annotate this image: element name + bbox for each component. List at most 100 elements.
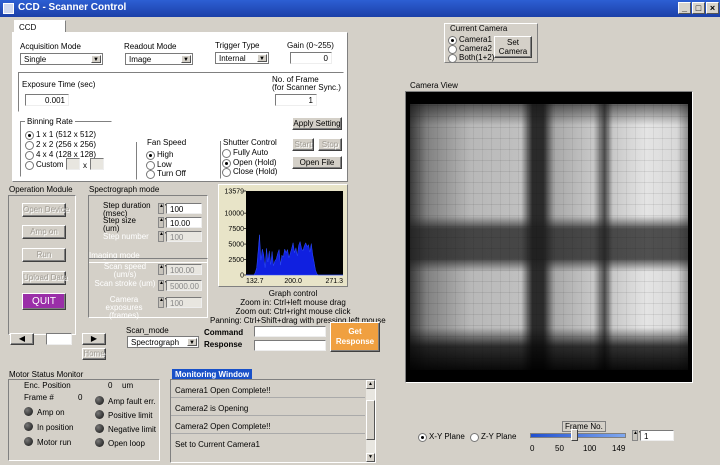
spectrum-chart[interactable]: 0 2500 5000 7500 10000 13579 132.7 200.0 271.3 — [219, 185, 347, 286]
binning-custom-y[interactable] — [90, 158, 104, 170]
step-size-spinner[interactable]: ▲▼ — [158, 217, 169, 228]
shutter-title: Shutter Control — [223, 138, 277, 147]
acquisition-mode-select[interactable]: Single ▼ — [20, 53, 103, 65]
step-duration-spinner[interactable]: ▲▼ — [158, 203, 169, 214]
gain-input[interactable]: 0 — [290, 52, 332, 64]
chart-y-tick-label: 2500 — [228, 257, 244, 264]
nav-value-input[interactable] — [46, 333, 72, 345]
run-button[interactable]: Run — [22, 248, 66, 262]
fan-option-high[interactable]: High — [146, 150, 173, 160]
monitoring-line: Set to Current Camera1 — [175, 440, 260, 449]
camera-option-2[interactable]: Camera2 — [448, 44, 492, 54]
fan-option-off[interactable]: Turn Off — [146, 169, 186, 179]
shutter-option-close[interactable]: Close (Hold) — [222, 167, 277, 177]
fan-option-low[interactable]: Low — [146, 160, 172, 170]
binning-option-label: Custom — [36, 160, 64, 169]
open-device-button[interactable]: Open Device — [22, 203, 69, 217]
close-button[interactable]: × — [706, 2, 719, 14]
camera-option-both[interactable]: Both(1+2) — [448, 53, 494, 63]
amp-on-button[interactable]: Amp on — [22, 225, 66, 239]
readout-mode-label: Readout Mode — [124, 42, 177, 51]
step-number-spinner[interactable]: ▲▼ — [158, 231, 169, 242]
open-file-button[interactable]: Open File — [292, 156, 342, 169]
led-open-loop — [95, 438, 104, 447]
graph-control-line1: Zoom in: Ctrl+left mouse drag — [240, 298, 346, 307]
camera-view-frame[interactable] — [405, 91, 693, 383]
binning-option-1x1[interactable]: 1 x 1 (512 x 512) — [25, 130, 96, 140]
binning-option-2x2[interactable]: 2 x 2 (256 x 256) — [25, 140, 97, 150]
set-camera-button[interactable]: Set Camera — [494, 36, 532, 58]
command-input[interactable] — [254, 326, 326, 337]
step-number-label: Step number — [103, 232, 149, 241]
prev-button[interactable]: ◀ — [10, 333, 34, 345]
binning-option-4x4[interactable]: 4 x 4 (128 x 128) — [25, 150, 96, 160]
led-motor-run — [24, 437, 33, 446]
scan-speed-spinner[interactable]: ▲▼ — [158, 264, 169, 275]
frame-no-slider-thumb[interactable] — [571, 429, 578, 441]
shutter-option-auto[interactable]: Fully Auto — [222, 148, 268, 158]
stop-button[interactable]: Stop — [318, 138, 342, 151]
step-duration-input[interactable]: 100 — [166, 203, 202, 214]
scroll-thumb[interactable] — [366, 400, 375, 440]
window-title: CCD - Scanner Control — [18, 2, 127, 13]
apply-setting-button[interactable]: Apply Setting — [292, 117, 342, 130]
next-button[interactable]: ▶ — [82, 333, 106, 345]
start-button[interactable]: Start — [292, 138, 314, 151]
chart-y-tick-label: 10000 — [225, 211, 245, 218]
readout-mode-select[interactable]: Image ▼ — [125, 53, 193, 65]
binning-option-custom[interactable]: Custom — [25, 160, 64, 170]
step-size-input[interactable]: 10.00 — [166, 217, 202, 228]
scan-stroke-spinner[interactable]: ▲▼ — [158, 280, 169, 291]
binning-custom-x[interactable] — [66, 158, 80, 170]
exposure-input[interactable]: 0.001 — [25, 94, 69, 106]
minimize-button[interactable]: _ — [678, 2, 691, 14]
cam-exposures-spinner[interactable]: ▲▼ — [158, 297, 169, 308]
led-negative-limit-label: Negative limit — [108, 425, 157, 434]
title-bar: CCD - Scanner Control _ □ × — [0, 0, 720, 17]
fan-option-label: Low — [157, 160, 172, 169]
spectrum-chart-panel: 0 2500 5000 7500 10000 13579 132.7 200.0 271.3 — [218, 184, 348, 287]
upload-data-button[interactable]: Upload Data — [22, 271, 67, 285]
scroll-down-icon[interactable]: ▼ — [366, 453, 375, 462]
scroll-up-icon[interactable]: ▲ — [366, 380, 375, 389]
led-positive-limit-label: Positive limit — [108, 411, 153, 420]
trigger-type-select[interactable]: Internal ▼ — [215, 52, 269, 64]
camera-image[interactable] — [410, 104, 688, 370]
frame-no-slider-track[interactable] — [530, 433, 626, 438]
frames-input[interactable]: 1 — [275, 94, 317, 106]
fan-title: Fan Speed — [147, 138, 187, 147]
scan-mode-select[interactable]: Spectrograph ▼ — [127, 336, 199, 348]
monitoring-line: Camera2 is Opening — [175, 404, 249, 413]
maximize-button[interactable]: □ — [692, 2, 705, 14]
monitoring-window: Camera1 Open Complete!! Camera2 is Openi… — [170, 379, 376, 463]
plane-option-zy[interactable]: Z-Y Plane — [470, 432, 516, 442]
monitoring-scrollbar[interactable]: ▲ ▼ — [366, 380, 375, 462]
scan-mode-value: Spectrograph — [131, 338, 180, 347]
scan-stroke-input[interactable]: 5000.00 — [166, 280, 202, 291]
scan-speed-input[interactable]: 100.00 — [166, 264, 202, 275]
led-positive-limit — [95, 410, 104, 419]
cam-exposures-input[interactable]: 100 — [166, 297, 202, 308]
quit-button[interactable]: QUIT — [22, 293, 66, 310]
step-size-label: Step size (um) — [103, 216, 136, 233]
led-amp-fault — [95, 396, 104, 405]
response-label: Response — [204, 340, 243, 349]
plane-option-xy[interactable]: X-Y Plane — [418, 432, 465, 442]
response-input[interactable] — [254, 340, 326, 351]
binning-option-label: 2 x 2 (256 x 256) — [36, 140, 97, 149]
binning-custom-sep: x — [83, 161, 87, 170]
shutter-option-open[interactable]: Open (Hold) — [222, 158, 277, 168]
get-response-button[interactable]: Get Response — [330, 322, 380, 352]
scan-speed-label: Scan speed (um/s) — [103, 262, 147, 279]
frame-no-label: Frame No. — [562, 421, 606, 432]
app-icon — [3, 3, 14, 14]
chart-y-tick-label: 5000 — [228, 242, 244, 249]
led-amp-on-label: Amp on — [37, 408, 65, 417]
led-in-position — [24, 422, 33, 431]
step-number-input[interactable]: 100 — [166, 231, 202, 242]
frame-number-label: Frame # — [24, 393, 54, 402]
home-button[interactable]: Home — [82, 348, 106, 360]
camera-option-1[interactable]: Camera1 — [448, 35, 492, 45]
frame-no-input[interactable]: 1 — [640, 430, 674, 441]
frame-no-spinner[interactable]: ▲▼ — [632, 430, 643, 441]
